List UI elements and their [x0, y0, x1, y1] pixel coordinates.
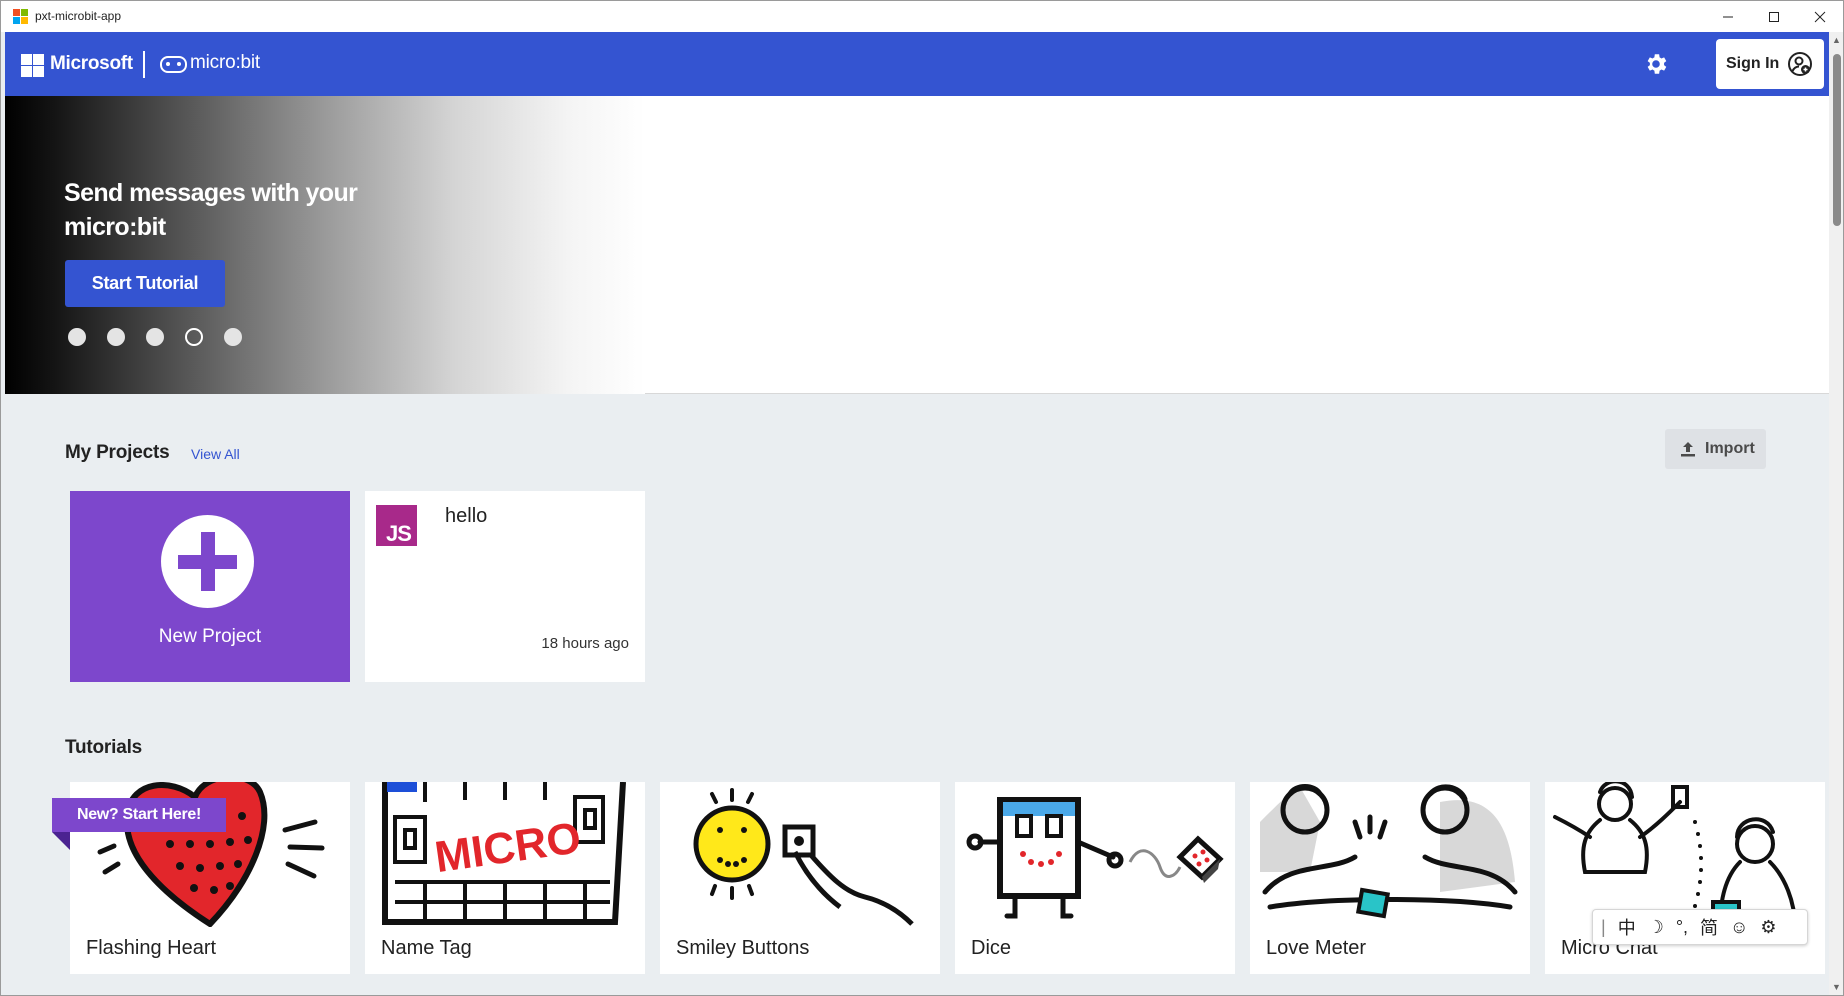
project-card[interactable]: JS hello 18 hours ago [365, 491, 645, 682]
start-tutorial-button[interactable]: Start Tutorial [65, 260, 225, 307]
tutorial-label: Smiley Buttons [676, 937, 810, 959]
upload-icon [1681, 442, 1695, 457]
tutorial-label: Dice [971, 937, 1012, 959]
carousel-dot[interactable] [146, 328, 164, 346]
ime-mode-icon[interactable]: ☽ [1648, 917, 1664, 938]
maximize-icon [1769, 11, 1779, 22]
badge-ribbon-tail [52, 832, 70, 850]
ime-cursor-icon: | [1601, 916, 1606, 937]
tutorial-label: Name Tag [381, 937, 472, 959]
carousel-dot[interactable] [224, 328, 242, 346]
close-icon [1814, 11, 1826, 22]
new-project-label: New Project [158, 626, 262, 647]
microbit-logo-icon[interactable] [160, 56, 187, 73]
carousel-dot[interactable] [68, 328, 86, 346]
love-meter-illustration [1260, 784, 1518, 919]
ime-language-toggle[interactable]: 中 [1618, 914, 1636, 940]
tutorial-card-dice[interactable]: Dice [955, 782, 1235, 974]
app-window: pxt-microbit-app Microsoft micro:bit Sig… [0, 0, 1844, 996]
ime-emoji-icon[interactable]: ☺ [1730, 917, 1748, 938]
hero-carousel: Send messages with your micro:bit Start … [5, 96, 1829, 394]
javascript-badge-icon: JS [376, 505, 417, 546]
import-label: Import [1705, 440, 1755, 457]
new-start-here-badge: New? Start Here! [52, 798, 226, 832]
ime-punctuation-toggle[interactable]: °, [1676, 917, 1688, 938]
title-bar: pxt-microbit-app [1, 1, 1843, 32]
gear-icon [1647, 54, 1667, 74]
plus-icon [161, 515, 254, 608]
minimize-button[interactable] [1705, 1, 1751, 32]
carousel-dot[interactable] [107, 328, 125, 346]
micro-chat-illustration [1553, 782, 1797, 927]
ime-settings-icon[interactable]: ⚙ [1760, 917, 1776, 938]
tutorial-card-smiley-buttons[interactable]: Smiley Buttons [660, 782, 940, 974]
badge-text: JS [386, 521, 412, 546]
ime-script-toggle[interactable]: 简 [1700, 914, 1718, 940]
microsoft-logo-icon[interactable] [21, 54, 44, 77]
project-time: 18 hours ago [541, 635, 629, 652]
vertical-scrollbar[interactable]: ▲ ▼ [1829, 32, 1843, 995]
smiley-buttons-illustration [693, 788, 914, 926]
dice-illustration [966, 797, 1224, 919]
microbit-brand[interactable]: micro:bit [190, 52, 260, 74]
scrollbar-thumb[interactable] [1833, 54, 1841, 226]
app-header: Microsoft micro:bit Sign In [5, 32, 1829, 96]
scroll-down-icon[interactable]: ▼ [1832, 982, 1841, 992]
maximize-button[interactable] [1751, 1, 1797, 32]
view-all-link[interactable]: View All [191, 446, 240, 462]
tutorial-label: Love Meter [1266, 937, 1367, 959]
import-button[interactable]: Import [1665, 429, 1766, 469]
minimize-icon [1723, 16, 1733, 17]
window-title: pxt-microbit-app [35, 9, 122, 23]
microsoft-brand[interactable]: Microsoft [50, 53, 133, 75]
tutorial-card-love-meter[interactable]: Love Meter [1250, 782, 1530, 974]
carousel-dot-active[interactable] [185, 328, 203, 346]
scroll-up-icon[interactable]: ▲ [1832, 35, 1841, 45]
carousel-dots [68, 328, 263, 346]
user-account-icon [1788, 52, 1813, 76]
header-divider [143, 51, 145, 78]
sign-in-label: Sign In [1726, 55, 1780, 72]
tutorial-card-name-tag[interactable]: MICRO Name Tag [365, 782, 645, 974]
ime-toolbar: | 中 ☽ °, 简 ☺ ⚙ [1592, 909, 1808, 945]
hero-background [5, 96, 645, 394]
name-tag-illustration: MICRO [382, 782, 626, 925]
new-project-card[interactable]: New Project [70, 491, 350, 682]
close-button[interactable] [1797, 1, 1843, 32]
tutorial-card-micro-chat[interactable]: Micro Chat [1545, 782, 1825, 974]
tutorials-title: Tutorials [65, 737, 143, 758]
sign-in-button[interactable]: Sign In [1716, 39, 1824, 89]
hero-title: Send messages with your micro:bit [64, 179, 358, 241]
settings-button[interactable] [1639, 47, 1673, 81]
app-logo-icon [13, 9, 28, 24]
my-projects-title: My Projects [65, 442, 170, 463]
project-name: hello [445, 505, 488, 527]
tutorial-label: Flashing Heart [86, 937, 217, 959]
